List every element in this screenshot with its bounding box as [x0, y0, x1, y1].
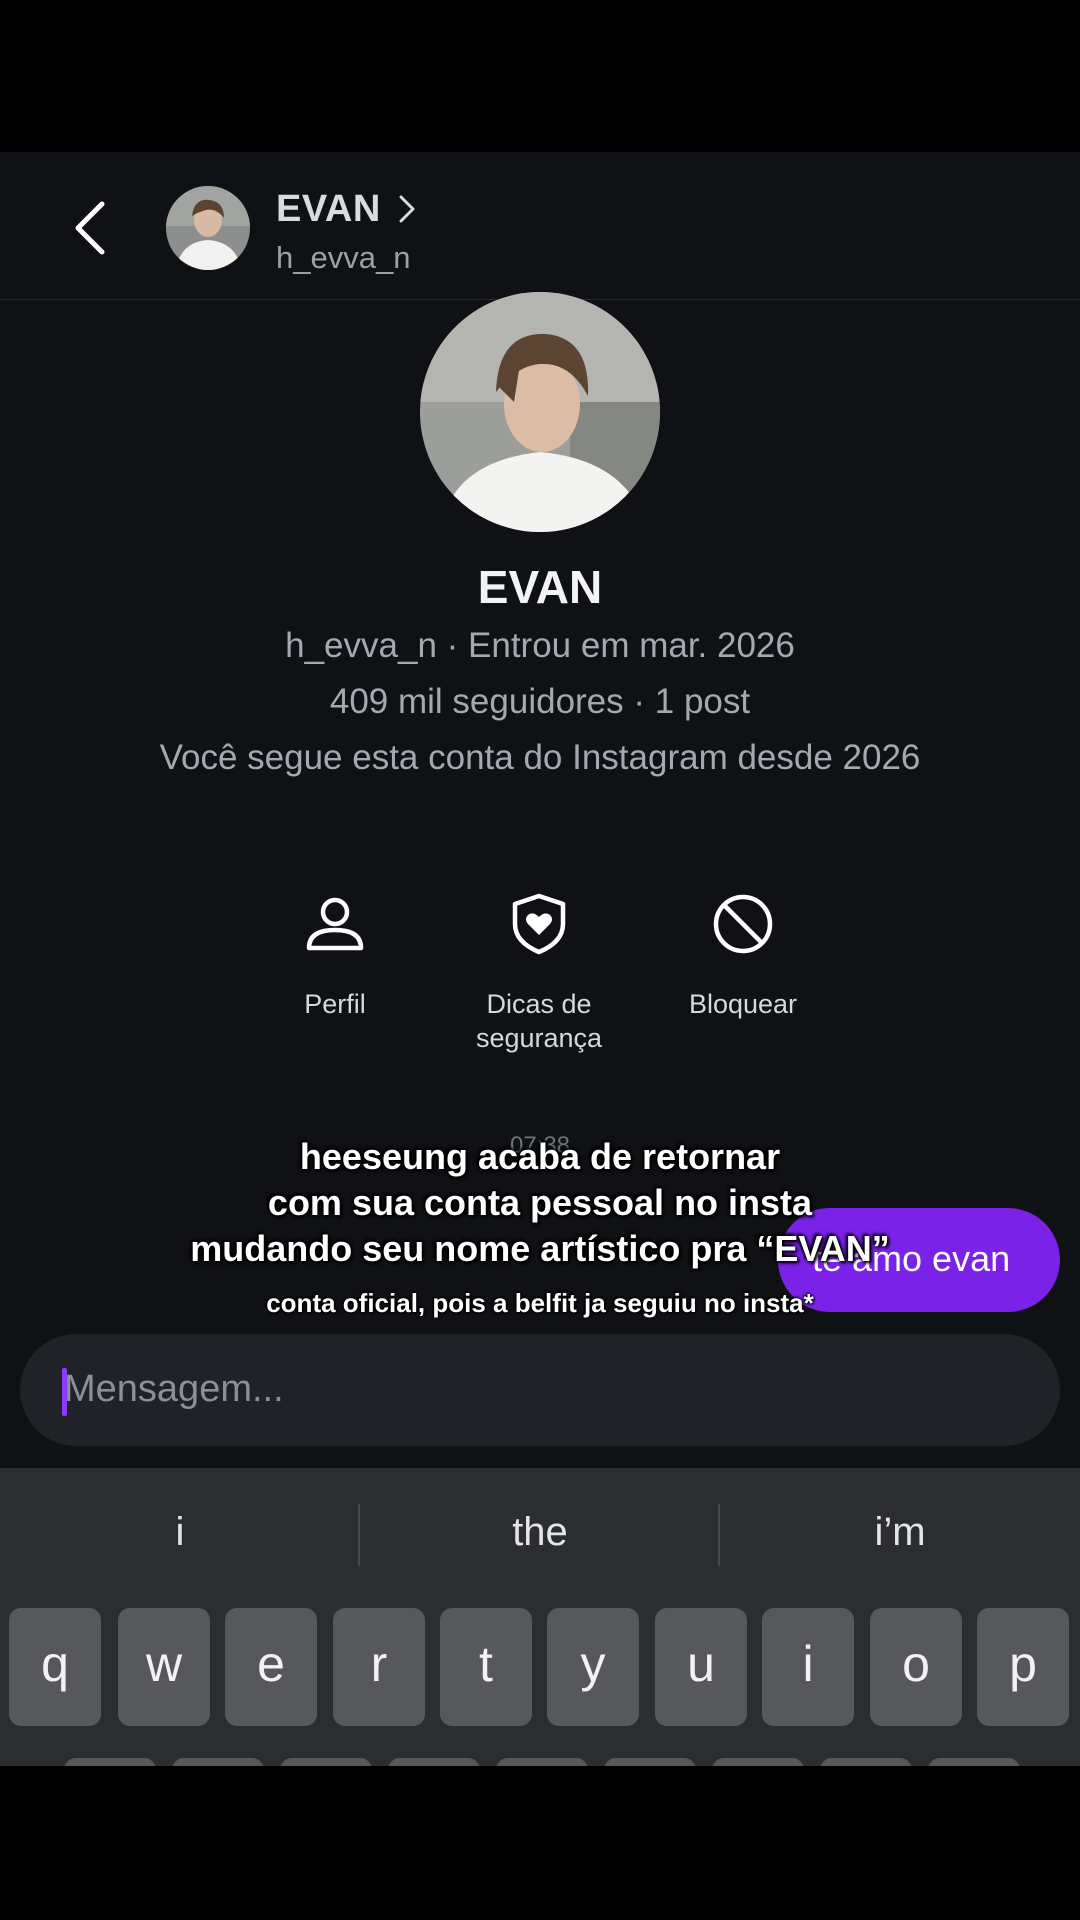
key-y[interactable]: y: [547, 1608, 639, 1726]
header-avatar[interactable]: [166, 186, 250, 270]
key-e[interactable]: e: [225, 1608, 317, 1726]
keyboard: i the i’m q w e r t y u i o p: [0, 1468, 1080, 1766]
key-second-row[interactable]: [820, 1758, 912, 1766]
back-arrow-icon[interactable]: [68, 198, 116, 258]
suggestion-item[interactable]: i’m: [720, 1510, 1080, 1555]
chevron-right-icon[interactable]: [396, 192, 418, 226]
video-subcaption: conta oficial, pois a belfit ja seguiu n…: [266, 1288, 814, 1318]
profile-name: EVAN: [477, 561, 603, 613]
key-i[interactable]: i: [762, 1608, 854, 1726]
video-caption-overlay: heeseung acaba de retornar com sua conta…: [0, 1134, 1080, 1272]
caption-line: heeseung acaba de retornar: [299, 1136, 781, 1177]
profile-action-label: Perfil: [304, 989, 366, 1019]
key-second-row[interactable]: [928, 1758, 1020, 1766]
caption-line: mudando seu nome artístico pra “EVAN”: [190, 1228, 890, 1269]
block-label: Bloquear: [688, 989, 798, 1019]
suggestion-item[interactable]: i: [0, 1510, 360, 1555]
key-second-row[interactable]: [388, 1758, 480, 1766]
key-r[interactable]: r: [333, 1608, 425, 1726]
key-p[interactable]: p: [977, 1608, 1069, 1726]
profile-action-button[interactable]: Perfil: [245, 892, 425, 1021]
profile-username-joined: h_evva_n · Entrou em mar. 2026: [285, 626, 795, 665]
key-q[interactable]: q: [9, 1608, 101, 1726]
suggestion-item[interactable]: the: [360, 1510, 720, 1555]
caption-line: com sua conta pessoal no insta: [267, 1182, 813, 1223]
header-name[interactable]: EVAN: [276, 188, 381, 231]
safety-tips-button[interactable]: Dicas de segurança: [449, 892, 629, 1055]
person-icon: [306, 897, 364, 951]
key-second-row[interactable]: [496, 1758, 588, 1766]
key-second-row[interactable]: [172, 1758, 264, 1766]
chat-header: EVAN h_evva_n: [0, 152, 1080, 300]
key-w[interactable]: w: [118, 1608, 210, 1726]
block-button[interactable]: Bloquear: [653, 892, 833, 1021]
key-second-row[interactable]: [280, 1758, 372, 1766]
chat-screen: EVAN h_evva_n EVAN h_evva_n · Entrou em …: [0, 152, 1080, 1766]
block-icon: [713, 894, 773, 954]
key-u[interactable]: u: [655, 1608, 747, 1726]
safety-tips-label: Dicas de segurança: [475, 989, 603, 1053]
key-second-row[interactable]: [604, 1758, 696, 1766]
profile-followers: 409 mil seguidores · 1 post: [329, 682, 751, 721]
key-second-row[interactable]: [64, 1758, 156, 1766]
header-username: h_evva_n: [276, 240, 411, 275]
shield-heart-icon: [512, 893, 566, 955]
profile-follow-since: Você segue esta conta do Instagram desde…: [159, 738, 921, 777]
message-placeholder: Mensagem...: [64, 1368, 284, 1410]
message-input[interactable]: Mensagem...: [20, 1334, 1060, 1446]
key-o[interactable]: o: [870, 1608, 962, 1726]
key-second-row[interactable]: [712, 1758, 804, 1766]
key-t[interactable]: t: [440, 1608, 532, 1726]
profile-avatar[interactable]: [420, 292, 660, 532]
